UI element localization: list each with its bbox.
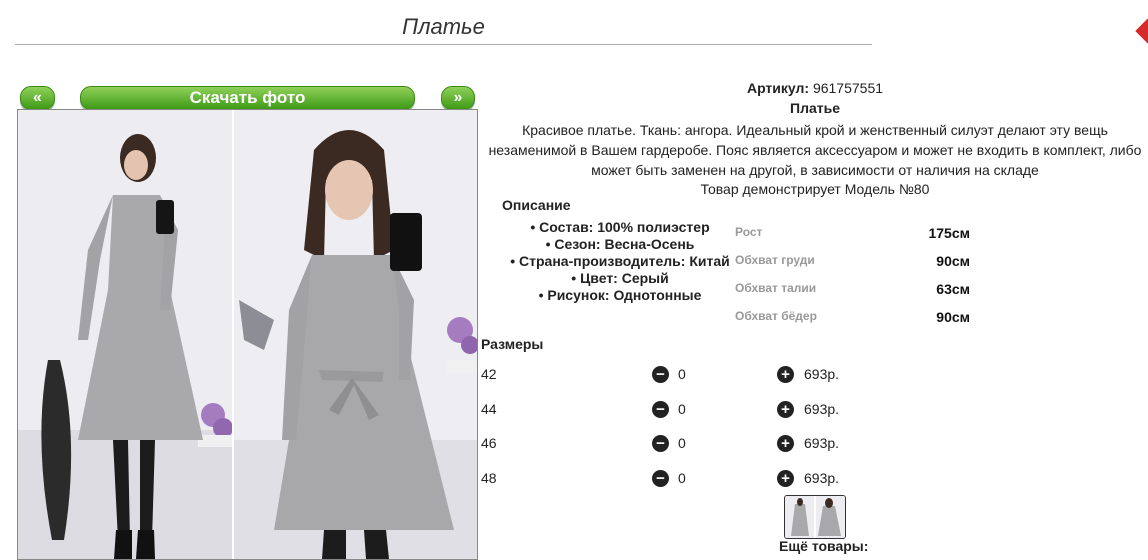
size-label: 42: [481, 366, 497, 382]
quantity-value: 0: [678, 401, 686, 417]
size-row: 46 − 0 + 693р.: [481, 435, 881, 455]
minus-circle-icon[interactable]: −: [652, 401, 669, 418]
product-photo[interactable]: [17, 109, 478, 560]
measurement-value: 90см: [936, 309, 970, 325]
next-photo-button[interactable]: »: [441, 86, 475, 110]
size-row: 44 − 0 + 693р.: [481, 401, 881, 421]
measurement-label: Обхват талии: [735, 281, 817, 295]
size-label: 46: [481, 435, 497, 451]
quantity-value: 0: [678, 470, 686, 486]
product-thumbnail[interactable]: [784, 495, 846, 539]
features-list: Состав: 100% полиэстер Сезон: Весна-Осен…: [500, 219, 740, 304]
product-name: Платье: [790, 100, 840, 116]
download-photo-button[interactable]: Скачать фото: [80, 86, 415, 110]
measurement-value: 63см: [936, 281, 970, 297]
feature-item: Состав: 100% полиэстер: [500, 219, 740, 236]
feature-item: Рисунок: Однотонные: [500, 287, 740, 304]
size-label: 48: [481, 470, 497, 486]
measurement-label: Рост: [735, 225, 763, 239]
prev-photo-button[interactable]: «: [20, 86, 55, 110]
size-price: 693р.: [804, 470, 840, 486]
plus-circle-icon[interactable]: +: [777, 470, 794, 487]
page-title: Платье: [15, 14, 872, 45]
article-label: Артикул:: [746, 80, 810, 96]
corner-badge-icon: [1135, 18, 1148, 44]
minus-circle-icon[interactable]: −: [652, 366, 669, 383]
more-products-label: Ещё товары:: [779, 538, 869, 554]
size-row: 48 − 0 + 693р.: [481, 470, 881, 490]
plus-circle-icon[interactable]: +: [777, 435, 794, 452]
product-description: Красивое платье. Ткань: ангора. Идеальны…: [480, 120, 1148, 180]
model-photo-left: [18, 110, 232, 559]
description-line: может быть заменен на другой, в зависимо…: [591, 162, 1039, 178]
size-price: 693р.: [804, 401, 840, 417]
size-price: 693р.: [804, 435, 840, 451]
plus-circle-icon[interactable]: +: [777, 401, 794, 418]
description-line: незаменимой в Вашем гардеробе. Пояс явля…: [488, 142, 1142, 158]
quantity-value: 0: [678, 435, 686, 451]
feature-item: Сезон: Весна-Осень: [500, 236, 740, 253]
size-price: 693р.: [804, 366, 840, 382]
model-info: Товар демонстрирует Модель №80: [700, 181, 930, 197]
size-label: 44: [481, 401, 497, 417]
measurement-value: 175см: [928, 225, 970, 241]
minus-circle-icon[interactable]: −: [652, 435, 669, 452]
description-heading: Описание: [502, 197, 571, 213]
article-value: 961757551: [812, 80, 884, 96]
quantity-value: 0: [678, 366, 686, 382]
minus-circle-icon[interactable]: −: [652, 470, 669, 487]
measurement-label: Обхват бёдер: [735, 309, 817, 323]
measurement-label: Обхват груди: [735, 253, 815, 267]
sizes-heading: Размеры: [481, 336, 544, 352]
description-line: Красивое платье. Ткань: ангора. Идеальны…: [522, 122, 1108, 138]
size-row: 42 − 0 + 693р.: [481, 366, 881, 386]
feature-item: Цвет: Серый: [500, 270, 740, 287]
measurement-value: 90см: [936, 253, 970, 269]
article-line: Артикул: 961757551: [480, 80, 1148, 96]
plus-circle-icon[interactable]: +: [777, 366, 794, 383]
model-photo-right: [234, 110, 477, 559]
feature-item: Страна-производитель: Китай: [500, 253, 740, 270]
